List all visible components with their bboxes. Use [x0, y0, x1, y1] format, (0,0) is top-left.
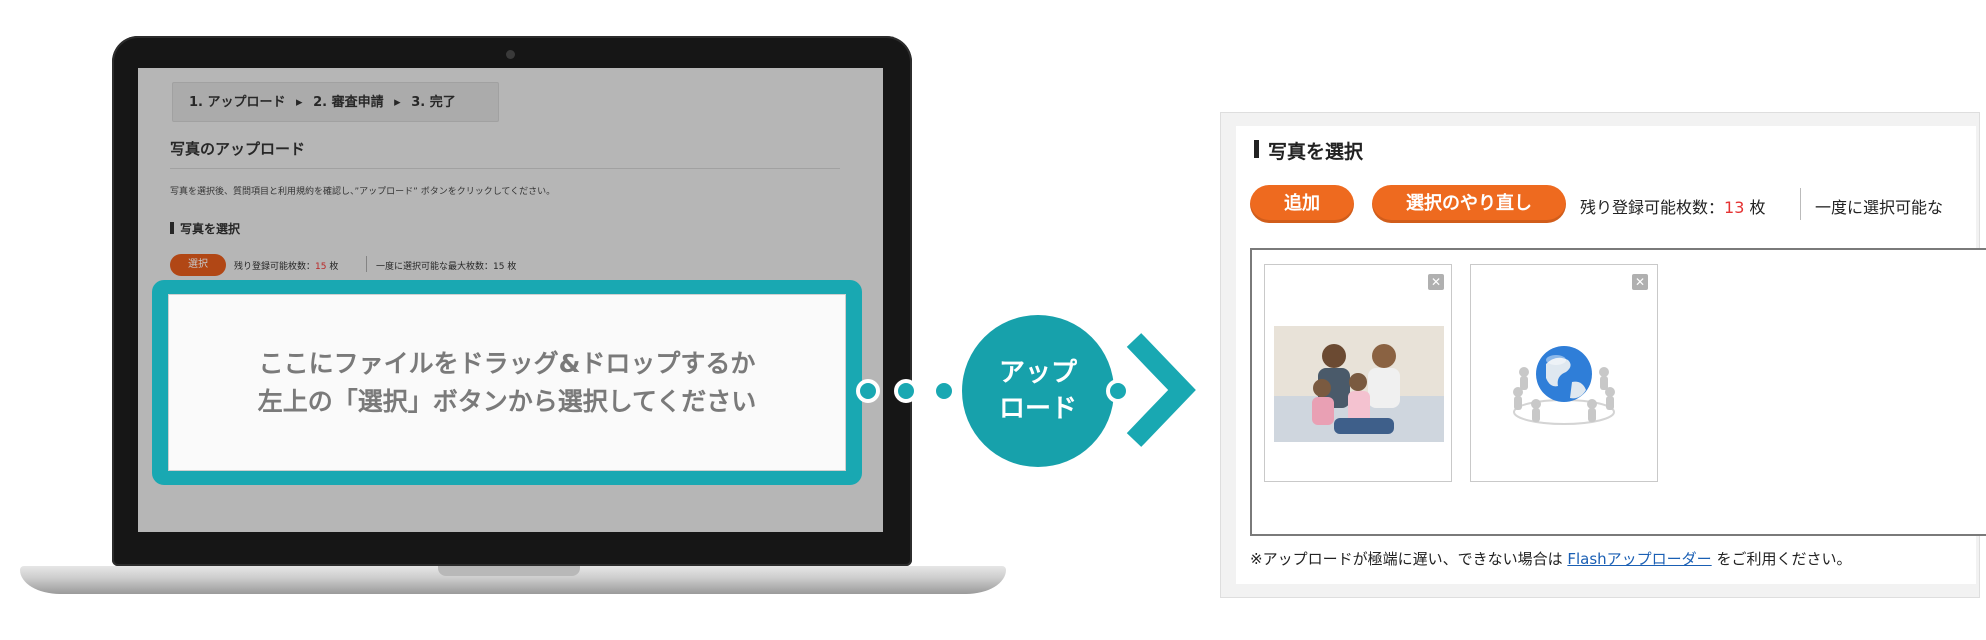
note-suffix: をご利用ください。: [1716, 550, 1852, 568]
upload-step-badge: アップ ロード: [962, 315, 1114, 467]
remaining-number: 13: [1724, 198, 1745, 217]
chevron-right-icon: [1126, 333, 1196, 447]
max-select-text: 一度に選択可能な: [1815, 198, 1944, 217]
drop-instruction-line2: 左上の「選択」ボタンから選択してください: [257, 386, 757, 416]
note-prefix: ※アップロードが極端に遅い、できない場合は: [1250, 550, 1563, 568]
globe-network-icon: [1513, 346, 1615, 425]
section-title: 写真を選択: [1268, 141, 1364, 163]
reselect-button[interactable]: 選択のやり直し: [1372, 185, 1566, 223]
section-marker: [1254, 140, 1259, 158]
upload-label-line2: ロード: [998, 394, 1077, 424]
remaining-label: 残り登録可能枚数：: [1580, 198, 1725, 217]
remaining-count: 残り登録可能枚数：13 枚: [1580, 194, 1765, 218]
connector-dot: [894, 379, 918, 403]
laptop-notch: [438, 566, 580, 576]
add-button[interactable]: 追加: [1250, 185, 1354, 223]
flash-uploader-link[interactable]: Flashアップローダー: [1567, 550, 1711, 568]
upload-help-note: ※アップロードが極端に遅い、できない場合は Flashアップローダー をご利用く…: [1250, 548, 1851, 569]
remaining-unit: 枚: [1749, 198, 1766, 217]
family-photo-icon: [1274, 326, 1444, 442]
remove-photo-icon[interactable]: ✕: [1428, 274, 1444, 290]
drop-instruction-line1: ここにファイルをドラッグ&ドロップするか: [258, 348, 756, 378]
connector-dot: [932, 379, 956, 403]
file-drop-zone[interactable]: ここにファイルをドラッグ&ドロップするか 左上の「選択」ボタンから選択してくださ…: [168, 294, 846, 471]
remove-photo-icon[interactable]: ✕: [1632, 274, 1648, 290]
connector-dot: [856, 379, 880, 403]
camera-icon: [506, 50, 515, 59]
divider: [1800, 188, 1801, 220]
upload-label-line1: アップ: [998, 358, 1077, 388]
